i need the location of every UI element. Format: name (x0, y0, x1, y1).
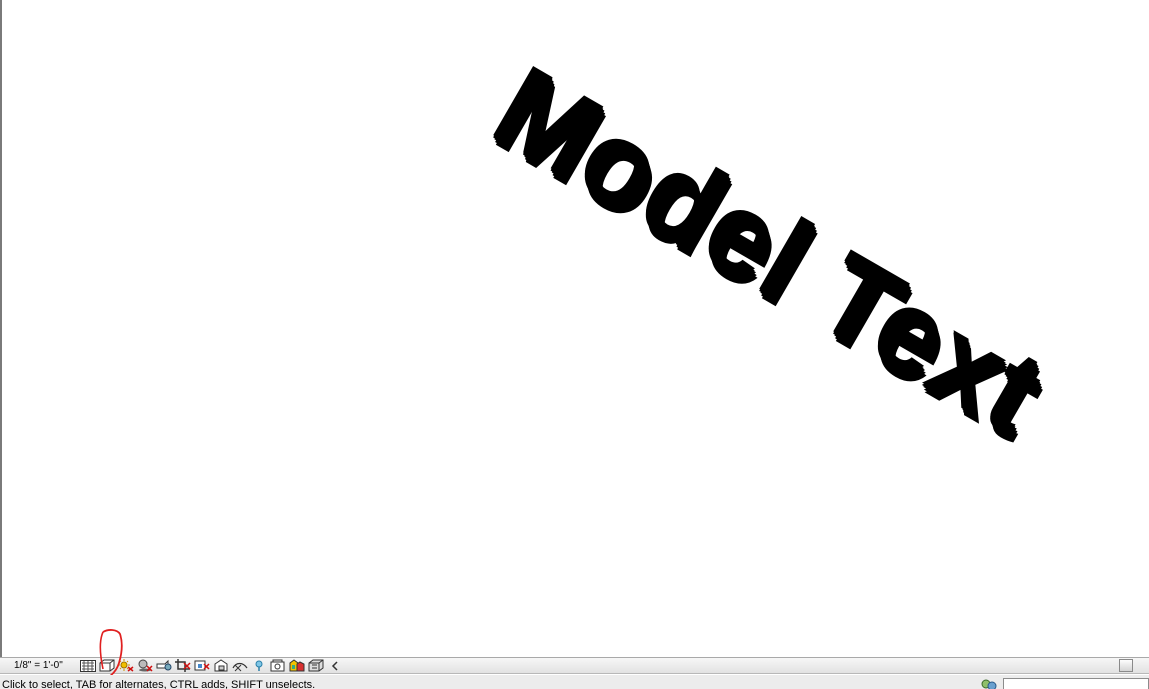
show-crop-region-icon[interactable] (192, 658, 211, 673)
drawing-canvas[interactable]: Model Text (0, 0, 1149, 657)
visual-style-icon[interactable] (97, 658, 116, 673)
detail-level-icon[interactable] (78, 658, 97, 673)
shadows-icon[interactable] (135, 658, 154, 673)
unlock-3d-view-icon[interactable] (211, 658, 230, 673)
crop-view-icon[interactable] (173, 658, 192, 673)
view-scale-button[interactable]: 1/8" = 1'-0" (0, 660, 78, 671)
worksets-icon[interactable] (980, 678, 998, 689)
temporary-view-properties-icon[interactable] (268, 658, 287, 673)
model-text-element[interactable]: Model Text (477, 50, 1068, 466)
revit-window: Model Text 1/8" = 1'-0" Click to select,… (0, 0, 1149, 689)
worksharing-display-icon[interactable] (287, 658, 306, 673)
sun-path-icon[interactable] (116, 658, 135, 673)
active-workset-field[interactable] (1003, 678, 1149, 689)
status-message: Click to select, TAB for alternates, CTR… (2, 679, 316, 689)
scroll-end-button[interactable] (1119, 659, 1133, 672)
status-bar: Click to select, TAB for alternates, CTR… (0, 675, 1149, 689)
temporary-hide-isolate-icon[interactable] (230, 658, 249, 673)
view-control-bar: 1/8" = 1'-0" (0, 657, 1149, 674)
chevron-left-icon[interactable] (325, 658, 344, 673)
analytical-model-icon[interactable] (306, 658, 325, 673)
reveal-hidden-elements-icon[interactable] (249, 658, 268, 673)
show-rendering-icon[interactable] (154, 658, 173, 673)
